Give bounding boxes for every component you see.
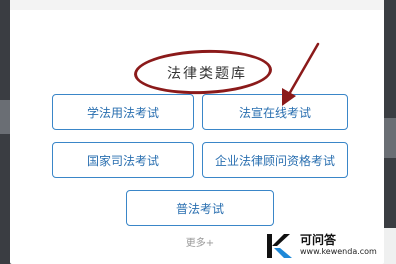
watermark-logo-icon — [267, 234, 292, 258]
more-link[interactable]: 更多+ — [170, 236, 230, 252]
watermark-url: www.kewenda.com — [300, 247, 377, 256]
exam-button-judicial[interactable]: 国家司法考试 — [52, 142, 194, 178]
watermark: 可问答 www.kewenda.com — [260, 228, 396, 264]
exam-button-study-law[interactable]: 学法用法考试 — [52, 94, 194, 130]
exam-button-legal-advisor[interactable]: 企业法律顾问资格考试 — [202, 142, 348, 178]
exam-button-law-popularization[interactable]: 普法考试 — [126, 190, 274, 226]
background-panel-right — [382, 118, 396, 158]
annotation-arrow-icon — [282, 42, 320, 106]
watermark-name: 可问答 — [300, 233, 337, 247]
dialog-title: 法律类题库 — [167, 66, 247, 82]
dialog-top-bar — [10, 0, 384, 10]
